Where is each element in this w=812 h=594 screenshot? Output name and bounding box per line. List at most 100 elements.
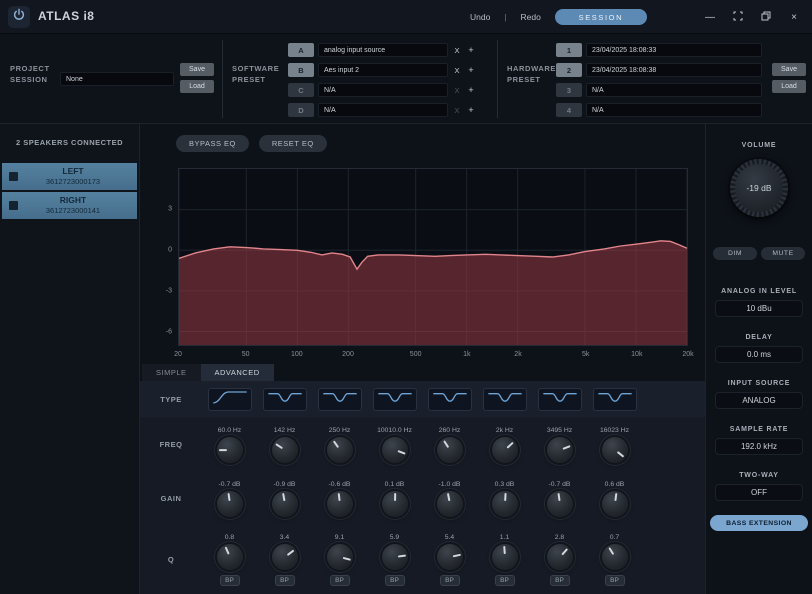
band-3-freq-knob[interactable] [327, 437, 353, 463]
session-button[interactable]: SESSION [555, 9, 647, 25]
slot-4-value[interactable]: N/A [586, 103, 762, 117]
slot-a-value[interactable]: analog input source [318, 43, 448, 57]
band-3-filter-type-button[interactable] [318, 388, 362, 411]
slot-d-add-button[interactable]: + [466, 105, 476, 115]
band-5-bypass-button[interactable]: BP [440, 575, 460, 586]
sample-rate-value[interactable]: 192.0 kHz [715, 438, 803, 455]
band-1-filter-type-button[interactable] [208, 388, 252, 411]
speaker-item-right[interactable]: RIGHT 3612723000141 [2, 192, 137, 219]
band-7-q-knob[interactable] [547, 544, 573, 570]
band-5-q-knob[interactable] [437, 544, 463, 570]
power-button[interactable] [8, 6, 30, 28]
reset-eq-button[interactable]: RESET EQ [259, 135, 327, 152]
band-6-q-value: 1.1 [500, 534, 509, 541]
fullscreen-button[interactable] [732, 11, 744, 23]
redo-button[interactable]: Redo [521, 12, 541, 22]
minimize-button[interactable]: — [704, 11, 716, 23]
y-tick-label: 0 [168, 247, 172, 254]
band-1-gain-knob[interactable] [217, 491, 243, 517]
band-1-freq-knob[interactable] [217, 437, 243, 463]
tab-advanced[interactable]: ADVANCED [201, 364, 274, 381]
slot-1-button[interactable]: 1 [556, 43, 582, 57]
project-save-button[interactable]: Save [180, 63, 214, 76]
hardware-slot-4: 4 N/A [556, 103, 762, 117]
slot-2-button[interactable]: 2 [556, 63, 582, 77]
band-2-filter-type-button[interactable] [263, 388, 307, 411]
project-session-field[interactable]: None [60, 72, 174, 86]
volume-knob[interactable]: -19 dB [730, 159, 788, 217]
tab-simple[interactable]: SIMPLE [142, 364, 201, 381]
slot-d-button[interactable]: D [288, 103, 314, 117]
band-4-freq-knob[interactable] [382, 437, 408, 463]
band-4-q-knob[interactable] [382, 544, 408, 570]
band-2-gain-knob[interactable] [272, 491, 298, 517]
slot-d-clear-button[interactable]: X [452, 106, 462, 115]
band-2-bypass-button[interactable]: BP [275, 575, 295, 586]
band-4-gain-knob[interactable] [382, 491, 408, 517]
slot-a-add-button[interactable]: + [466, 45, 476, 55]
band-7-bypass-button[interactable]: BP [550, 575, 570, 586]
slot-c-clear-button[interactable]: X [452, 86, 462, 95]
slot-b-add-button[interactable]: + [466, 65, 476, 75]
hardware-load-button[interactable]: Load [772, 80, 806, 93]
speaker-right-checkbox[interactable] [9, 201, 18, 210]
band-8-freq-knob[interactable] [602, 437, 628, 463]
speaker-item-left[interactable]: LEFT 3612723000173 [2, 163, 137, 190]
slot-c-button[interactable]: C [288, 83, 314, 97]
band-1-q-knob[interactable] [217, 544, 243, 570]
project-load-button[interactable]: Load [180, 80, 214, 93]
band-1-bypass-button[interactable]: BP [220, 575, 240, 586]
slot-b-clear-button[interactable]: X [452, 66, 462, 75]
eq-graph[interactable]: 30-3-6 20501002005001k2k5k10k20k [178, 168, 688, 346]
band-5-freq-knob[interactable] [437, 437, 463, 463]
band-6-freq-knob[interactable] [492, 437, 518, 463]
band-3-gain-knob[interactable] [327, 491, 353, 517]
slot-b-value[interactable]: Aes input 2 [318, 63, 448, 77]
slot-c-value[interactable]: N/A [318, 83, 448, 97]
band-2-freq-knob[interactable] [272, 437, 298, 463]
band-8-filter-type-button[interactable] [593, 388, 637, 411]
mute-button[interactable]: MUTE [761, 247, 805, 260]
band-7-filter-type-button[interactable] [538, 388, 582, 411]
band-6-bypass-button[interactable]: BP [495, 575, 515, 586]
eq-response-curve[interactable] [178, 168, 688, 346]
band-8-gain-knob[interactable] [602, 491, 628, 517]
slot-c-add-button[interactable]: + [466, 85, 476, 95]
slot-4-button[interactable]: 4 [556, 103, 582, 117]
slot-3-button[interactable]: 3 [556, 83, 582, 97]
two-way-value[interactable]: OFF [715, 484, 803, 501]
band-4-bypass-button[interactable]: BP [385, 575, 405, 586]
band-4-filter-type-button[interactable] [373, 388, 417, 411]
slot-1-value[interactable]: 23/04/2025 18:08:33 [586, 43, 762, 57]
slot-a-clear-button[interactable]: X [452, 46, 462, 55]
band-2-q-knob[interactable] [272, 544, 298, 570]
hardware-save-button[interactable]: Save [772, 63, 806, 76]
band-5-gain-knob[interactable] [437, 491, 463, 517]
band-6-q-knob[interactable] [492, 544, 518, 570]
band-3-q-knob[interactable] [327, 544, 353, 570]
band-6-gain-knob[interactable] [492, 491, 518, 517]
delay-value[interactable]: 0.0 ms [715, 346, 803, 363]
input-source-value[interactable]: ANALOG [715, 392, 803, 409]
restore-button[interactable] [760, 11, 772, 23]
analog-in-level-value[interactable]: 10 dBu [715, 300, 803, 317]
slot-a-button[interactable]: A [288, 43, 314, 57]
bypass-eq-button[interactable]: BYPASS EQ [176, 135, 249, 152]
band-6-filter-type-button[interactable] [483, 388, 527, 411]
bass-extension-button[interactable]: BASS EXTENSION [710, 515, 808, 531]
slot-2-value[interactable]: 23/04/2025 18:08:38 [586, 63, 762, 77]
band-8-q-knob[interactable] [602, 544, 628, 570]
slot-d-value[interactable]: N/A [318, 103, 448, 117]
band-7-freq-knob[interactable] [547, 437, 573, 463]
close-button[interactable]: × [788, 11, 800, 23]
dim-button[interactable]: DIM [713, 247, 757, 260]
band-7-gain-knob[interactable] [547, 491, 573, 517]
slot-3-value[interactable]: N/A [586, 83, 762, 97]
undo-button[interactable]: Undo [470, 12, 490, 22]
speaker-left-checkbox[interactable] [9, 172, 18, 181]
band-8-bypass-button[interactable]: BP [605, 575, 625, 586]
band-3-bypass-button[interactable]: BP [330, 575, 350, 586]
band-5-filter-type-button[interactable] [428, 388, 472, 411]
slot-b-button[interactable]: B [288, 63, 314, 77]
atlas-app-window: ATLAS i8 Undo | Redo SESSION — × PROJECT… [0, 0, 812, 594]
